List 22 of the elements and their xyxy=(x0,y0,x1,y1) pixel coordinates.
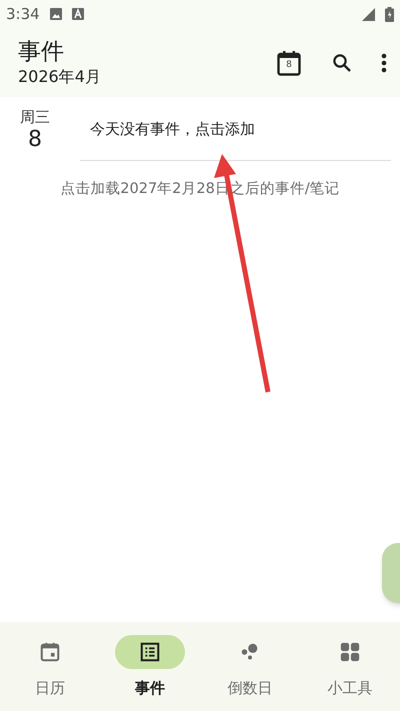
calendar-icon xyxy=(277,50,301,76)
weekday-label: 周三 xyxy=(20,107,50,127)
status-time: 3:34 xyxy=(6,4,40,25)
battery-icon xyxy=(385,6,394,22)
empty-events-message[interactable]: 今天没有事件，点击添加 xyxy=(90,118,255,140)
calendar-day-number: 8 xyxy=(286,61,292,70)
month-subtitle: 2026年4月 xyxy=(18,66,102,88)
search-icon xyxy=(332,52,352,72)
calendar-icon xyxy=(39,641,61,663)
font-icon xyxy=(72,8,84,20)
nav-tab[interactable]: 倒数日 xyxy=(200,635,300,700)
date-number: 8 xyxy=(28,127,42,153)
nav-tab[interactable]: 小工具 xyxy=(300,635,400,700)
grid-icon xyxy=(339,641,361,663)
image-icon xyxy=(50,8,62,20)
signal-icon xyxy=(362,8,375,20)
page-title: 事件 xyxy=(18,38,65,66)
nav-tab[interactable]: 日历 xyxy=(0,635,100,700)
nav-tab[interactable]: 事件 xyxy=(100,635,200,700)
more-icon xyxy=(381,52,387,72)
list-icon xyxy=(139,641,161,663)
today-button[interactable]: 8 xyxy=(277,50,301,76)
